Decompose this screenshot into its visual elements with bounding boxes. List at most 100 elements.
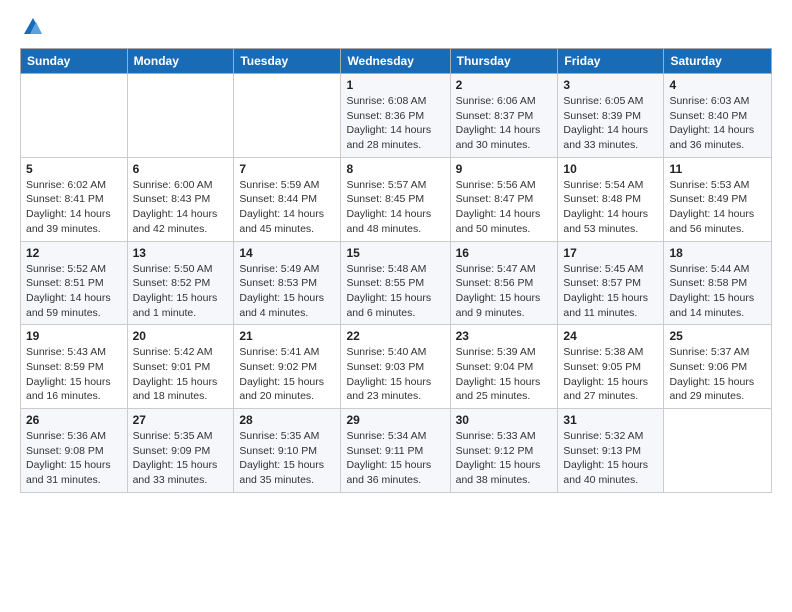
calendar-cell: 13 Sunrise: 5:50 AM Sunset: 8:52 PM Dayli… [127, 241, 234, 325]
calendar-cell: 19 Sunrise: 5:43 AM Sunset: 8:59 PM Dayli… [21, 325, 128, 409]
logo-icon [22, 16, 44, 38]
calendar-cell: 10Sunrise: 5:54 AM Sunset: 8:48 PM Dayli… [558, 157, 664, 241]
day-detail: Sunrise: 5:56 AM Sunset: 8:47 PM Dayligh… [456, 178, 553, 237]
day-number: 2 [456, 78, 553, 92]
calendar-header-row: SundayMondayTuesdayWednesdayThursdayFrid… [21, 49, 772, 74]
day-number: 5 [26, 162, 122, 176]
calendar-cell: 22 Sunrise: 5:40 AM Sunset: 9:03 PM Dayli… [341, 325, 450, 409]
day-detail: Sunrise: 5:52 AM Sunset: 8:51 PM Dayligh… [26, 262, 122, 321]
day-number: 9 [456, 162, 553, 176]
day-detail: Sunrise: 5:48 AM Sunset: 8:55 PM Dayligh… [346, 262, 444, 321]
calendar-week-5: 26 Sunrise: 5:36 AM Sunset: 9:08 PM Dayli… [21, 409, 772, 493]
calendar-week-1: 1 Sunrise: 6:08 AM Sunset: 8:36 PM Daylig… [21, 74, 772, 158]
day-detail: Sunrise: 5:39 AM Sunset: 9:04 PM Dayligh… [456, 345, 553, 404]
day-detail: Sunrise: 5:35 AM Sunset: 9:09 PM Dayligh… [133, 429, 229, 488]
calendar-cell: 25 Sunrise: 5:37 AM Sunset: 9:06 PM Dayli… [664, 325, 772, 409]
calendar-cell: 26 Sunrise: 5:36 AM Sunset: 9:08 PM Dayli… [21, 409, 128, 493]
calendar-cell [664, 409, 772, 493]
calendar-cell: 8 Sunrise: 5:57 AM Sunset: 8:45 PM Daylig… [341, 157, 450, 241]
day-number: 13 [133, 246, 229, 260]
day-detail: Sunrise: 5:57 AM Sunset: 8:45 PM Dayligh… [346, 178, 444, 237]
day-number: 31 [563, 413, 658, 427]
calendar-week-2: 5 Sunrise: 6:02 AM Sunset: 8:41 PM Daylig… [21, 157, 772, 241]
calendar-cell: 11 Sunrise: 5:53 AM Sunset: 8:49 PM Dayli… [664, 157, 772, 241]
calendar-cell: 6 Sunrise: 6:00 AM Sunset: 8:43 PM Daylig… [127, 157, 234, 241]
calendar-cell: 16Sunrise: 5:47 AM Sunset: 8:56 PM Dayli… [450, 241, 558, 325]
calendar-cell: 27 Sunrise: 5:35 AM Sunset: 9:09 PM Dayli… [127, 409, 234, 493]
day-number: 26 [26, 413, 122, 427]
calendar-cell: 18 Sunrise: 5:44 AM Sunset: 8:58 PM Dayli… [664, 241, 772, 325]
day-detail: Sunrise: 5:43 AM Sunset: 8:59 PM Dayligh… [26, 345, 122, 404]
day-detail: Sunrise: 5:35 AM Sunset: 9:10 PM Dayligh… [239, 429, 335, 488]
day-detail: Sunrise: 5:44 AM Sunset: 8:58 PM Dayligh… [669, 262, 766, 321]
day-number: 14 [239, 246, 335, 260]
calendar-cell: 2Sunrise: 6:06 AM Sunset: 8:37 PM Daylig… [450, 74, 558, 158]
day-detail: Sunrise: 5:53 AM Sunset: 8:49 PM Dayligh… [669, 178, 766, 237]
day-detail: Sunrise: 5:45 AM Sunset: 8:57 PM Dayligh… [563, 262, 658, 321]
header-wednesday: Wednesday [341, 49, 450, 74]
day-detail: Sunrise: 5:36 AM Sunset: 9:08 PM Dayligh… [26, 429, 122, 488]
calendar-cell: 23 Sunrise: 5:39 AM Sunset: 9:04 PM Dayli… [450, 325, 558, 409]
day-number: 17 [563, 246, 658, 260]
day-number: 28 [239, 413, 335, 427]
day-number: 27 [133, 413, 229, 427]
day-number: 1 [346, 78, 444, 92]
calendar-cell [21, 74, 128, 158]
header-monday: Monday [127, 49, 234, 74]
day-detail: Sunrise: 6:08 AM Sunset: 8:36 PM Dayligh… [346, 94, 444, 153]
day-number: 29 [346, 413, 444, 427]
day-number: 11 [669, 162, 766, 176]
day-number: 7 [239, 162, 335, 176]
day-number: 6 [133, 162, 229, 176]
day-detail: Sunrise: 5:32 AM Sunset: 9:13 PM Dayligh… [563, 429, 658, 488]
calendar-cell: 24Sunrise: 5:38 AM Sunset: 9:05 PM Dayli… [558, 325, 664, 409]
calendar-cell: 21 Sunrise: 5:41 AM Sunset: 9:02 PM Dayli… [234, 325, 341, 409]
day-number: 22 [346, 329, 444, 343]
day-number: 3 [563, 78, 658, 92]
calendar-cell: 1 Sunrise: 6:08 AM Sunset: 8:36 PM Daylig… [341, 74, 450, 158]
calendar-cell: 3 Sunrise: 6:05 AM Sunset: 8:39 PM Daylig… [558, 74, 664, 158]
calendar-cell [127, 74, 234, 158]
calendar-cell [234, 74, 341, 158]
calendar-cell: 4 Sunrise: 6:03 AM Sunset: 8:40 PM Daylig… [664, 74, 772, 158]
day-number: 23 [456, 329, 553, 343]
day-number: 8 [346, 162, 444, 176]
day-detail: Sunrise: 5:40 AM Sunset: 9:03 PM Dayligh… [346, 345, 444, 404]
day-number: 16 [456, 246, 553, 260]
day-number: 12 [26, 246, 122, 260]
calendar-week-4: 19 Sunrise: 5:43 AM Sunset: 8:59 PM Dayli… [21, 325, 772, 409]
day-detail: Sunrise: 5:41 AM Sunset: 9:02 PM Dayligh… [239, 345, 335, 404]
logo [20, 16, 44, 36]
header [20, 16, 772, 36]
day-detail: Sunrise: 5:54 AM Sunset: 8:48 PM Dayligh… [563, 178, 658, 237]
page: SundayMondayTuesdayWednesdayThursdayFrid… [0, 0, 792, 509]
day-number: 21 [239, 329, 335, 343]
header-sunday: Sunday [21, 49, 128, 74]
day-detail: Sunrise: 5:42 AM Sunset: 9:01 PM Dayligh… [133, 345, 229, 404]
day-number: 30 [456, 413, 553, 427]
day-detail: Sunrise: 6:03 AM Sunset: 8:40 PM Dayligh… [669, 94, 766, 153]
day-number: 25 [669, 329, 766, 343]
header-tuesday: Tuesday [234, 49, 341, 74]
day-number: 4 [669, 78, 766, 92]
day-detail: Sunrise: 5:33 AM Sunset: 9:12 PM Dayligh… [456, 429, 553, 488]
day-detail: Sunrise: 6:00 AM Sunset: 8:43 PM Dayligh… [133, 178, 229, 237]
header-saturday: Saturday [664, 49, 772, 74]
calendar-cell: 31 Sunrise: 5:32 AM Sunset: 9:13 PM Dayli… [558, 409, 664, 493]
day-detail: Sunrise: 6:05 AM Sunset: 8:39 PM Dayligh… [563, 94, 658, 153]
day-number: 24 [563, 329, 658, 343]
calendar-cell: 9 Sunrise: 5:56 AM Sunset: 8:47 PM Daylig… [450, 157, 558, 241]
calendar-table: SundayMondayTuesdayWednesdayThursdayFrid… [20, 48, 772, 493]
day-detail: Sunrise: 6:02 AM Sunset: 8:41 PM Dayligh… [26, 178, 122, 237]
day-number: 18 [669, 246, 766, 260]
calendar-cell: 7 Sunrise: 5:59 AM Sunset: 8:44 PM Daylig… [234, 157, 341, 241]
day-detail: Sunrise: 5:34 AM Sunset: 9:11 PM Dayligh… [346, 429, 444, 488]
day-detail: Sunrise: 5:50 AM Sunset: 8:52 PM Dayligh… [133, 262, 229, 321]
day-detail: Sunrise: 5:59 AM Sunset: 8:44 PM Dayligh… [239, 178, 335, 237]
day-detail: Sunrise: 5:37 AM Sunset: 9:06 PM Dayligh… [669, 345, 766, 404]
calendar-cell: 30 Sunrise: 5:33 AM Sunset: 9:12 PM Dayli… [450, 409, 558, 493]
calendar-cell: 14Sunrise: 5:49 AM Sunset: 8:53 PM Dayli… [234, 241, 341, 325]
header-thursday: Thursday [450, 49, 558, 74]
day-number: 20 [133, 329, 229, 343]
day-number: 19 [26, 329, 122, 343]
